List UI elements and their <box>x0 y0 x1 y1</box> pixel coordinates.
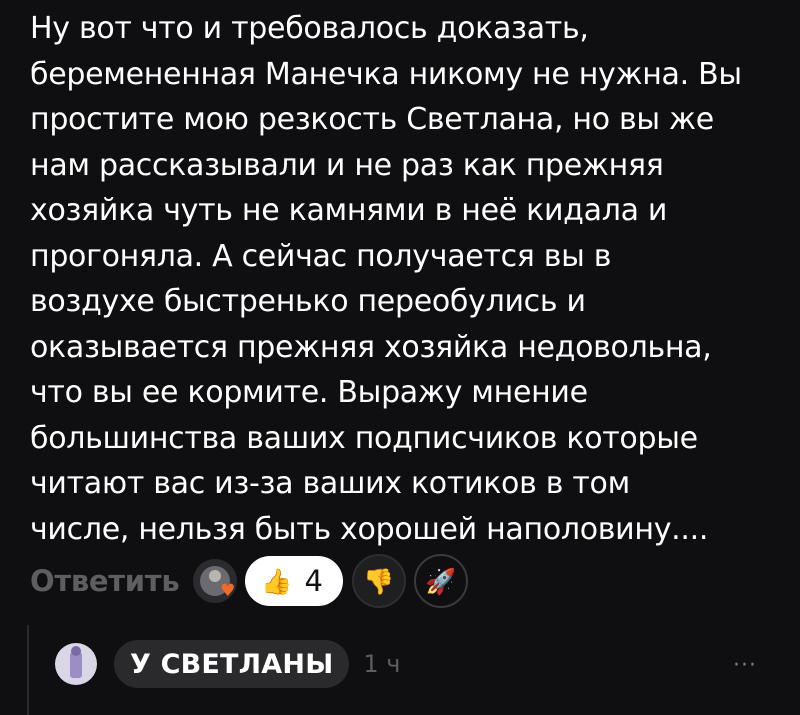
reply-button[interactable]: Ответить <box>30 564 180 598</box>
reactor-avatar[interactable]: ♥ <box>193 559 238 603</box>
reaction-count: 4 <box>304 564 323 598</box>
reply-header: У СВЕТЛАНЫ 1 ч <box>55 640 400 688</box>
thumbs-up-icon: 👍 <box>261 566 293 596</box>
reaction-thumbs-down[interactable]: 👎 <box>351 554 406 608</box>
avatar[interactable] <box>55 643 97 685</box>
more-options-icon[interactable]: ··· <box>733 655 757 677</box>
timestamp: 1 ч <box>363 650 401 678</box>
avatar-head <box>71 646 81 656</box>
thread-line <box>27 625 29 715</box>
comment-actions: Ответить ♥ 👍 4 👎 🚀 <box>30 553 476 609</box>
comment-text: Ну вот что и требовалось доказать, берем… <box>30 11 742 547</box>
heart-icon: ♥ <box>220 581 236 601</box>
author-name[interactable]: У СВЕТЛАНЫ <box>114 640 350 688</box>
reaction-thumbs-up[interactable]: 👍 4 <box>245 556 343 606</box>
thumbs-down-icon: 👎 <box>363 566 395 596</box>
rocket-icon: 🚀 <box>425 566 457 596</box>
reaction-rocket[interactable]: 🚀 <box>413 554 468 608</box>
